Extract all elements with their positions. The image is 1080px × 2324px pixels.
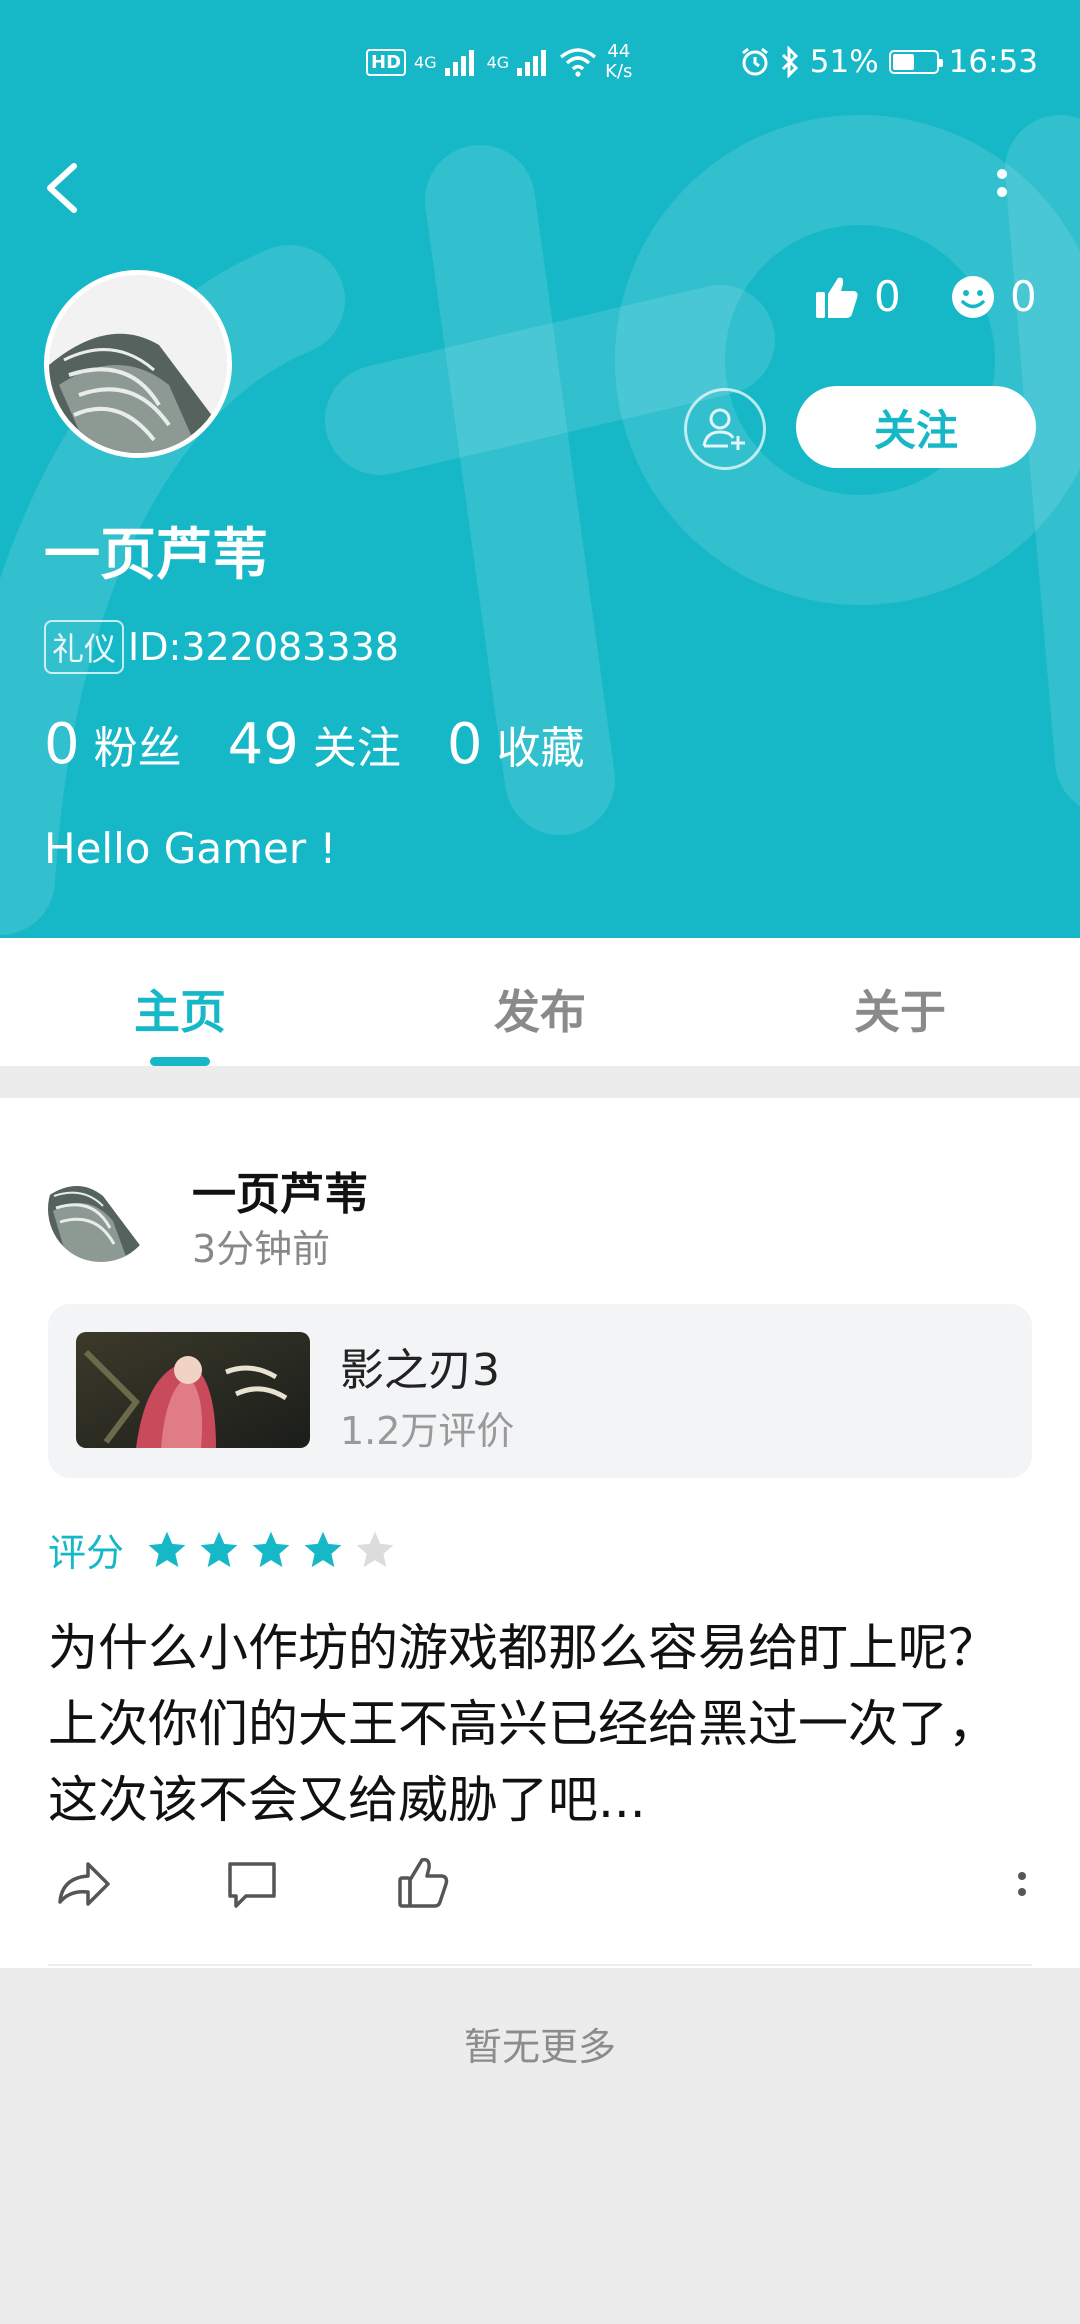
- post-avatar-image: [48, 1156, 154, 1262]
- star-filled-icon: [304, 1531, 342, 1567]
- profile-username: 一页芦苇: [44, 523, 268, 588]
- game-thumbnail: [76, 1332, 310, 1448]
- post-author-name[interactable]: 一页芦苇: [192, 1158, 368, 1222]
- post-card[interactable]: 一页芦苇 3分钟前 影之刃3 1.2万评价 评分 为什么小作坊的游戏都那么容易给…: [0, 1098, 1080, 1968]
- background-watermark: [0, 115, 1080, 935]
- thumbs-up-icon: [816, 277, 858, 318]
- network-type-2: 4G: [486, 52, 510, 72]
- star-empty-icon: [356, 1531, 394, 1567]
- tab-about-label: 关于: [854, 985, 946, 1039]
- game-cover-image: [76, 1332, 310, 1448]
- game-review-count: 1.2万评价: [340, 1409, 515, 1453]
- profile-bio: Hello Gamer !: [44, 824, 337, 873]
- tab-home-label: 主页: [134, 985, 226, 1039]
- likes-count: 0: [874, 272, 901, 321]
- alarm-icon: [741, 47, 768, 76]
- favorites-label[interactable]: 收藏: [497, 712, 585, 776]
- star-filled-icon: [200, 1531, 238, 1567]
- avatar[interactable]: [44, 270, 232, 458]
- tab-active-indicator: [150, 1057, 210, 1066]
- rating-stars: [146, 1529, 406, 1571]
- hd-badge: HD: [366, 48, 407, 76]
- comment-icon[interactable]: [222, 1854, 282, 1914]
- network-speed: 44 K/s: [605, 42, 632, 82]
- profile-tabs: 主页 发布 关于: [0, 938, 1080, 1066]
- tab-home[interactable]: 主页: [0, 938, 360, 1066]
- following-label[interactable]: 关注: [313, 712, 401, 776]
- share-icon[interactable]: [52, 1854, 112, 1914]
- post-actions: [0, 1854, 1080, 1934]
- profile-header: HD 4G 4G 44 K/s 51% 16:53 0 0 关注 一页芦苇 礼仪…: [0, 0, 1080, 938]
- user-plus-icon: [702, 408, 745, 450]
- signal-icon: [444, 50, 474, 76]
- status-bar: HD 4G 4G 44 K/s 51% 16:53: [0, 0, 1080, 130]
- smiles-count: 0: [1010, 272, 1037, 321]
- following-count[interactable]: 49: [228, 712, 299, 777]
- signal-icon: [517, 50, 547, 76]
- likes-stat: 0: [814, 272, 901, 321]
- user-tag-badge: 礼仪: [44, 620, 125, 674]
- network-type-1: 4G: [414, 52, 437, 72]
- post-rating: 评分: [48, 1522, 406, 1577]
- user-id-row: 礼仪 ID:322083338: [44, 620, 399, 674]
- profile-counts: 0 粉丝 49 关注 0 收藏: [44, 712, 631, 777]
- no-more-text: 暂无更多: [463, 2025, 616, 2069]
- card-divider: [48, 1964, 1032, 1966]
- rating-label: 评分: [48, 1531, 125, 1575]
- smiley-icon: [952, 275, 994, 318]
- network-speed-value: 44: [607, 41, 631, 62]
- post-author-avatar[interactable]: [48, 1156, 154, 1262]
- clock: 16:53: [948, 44, 1038, 80]
- add-friend-icon[interactable]: [684, 388, 766, 470]
- wifi-icon: [560, 48, 597, 77]
- tab-about[interactable]: 关于: [720, 938, 1080, 1066]
- battery-percent: 51%: [809, 44, 879, 80]
- avatar-image: [49, 275, 227, 453]
- game-link-card[interactable]: 影之刃3 1.2万评价: [48, 1304, 1032, 1478]
- star-filled-icon: [252, 1531, 290, 1567]
- post-text[interactable]: 为什么小作坊的游戏都那么容易给盯上呢？上次你们的大王不高兴已经给黑过一次了，这次…: [48, 1610, 1038, 1838]
- star-filled-icon: [148, 1531, 186, 1567]
- bluetooth-icon: [781, 46, 798, 78]
- fans-count[interactable]: 0: [44, 712, 80, 777]
- tab-posts-label: 发布: [494, 985, 586, 1039]
- user-id: ID:322083338: [128, 625, 399, 669]
- network-speed-unit: K/s: [605, 61, 633, 82]
- favorites-count[interactable]: 0: [447, 712, 483, 777]
- game-name: 影之刃3: [340, 1345, 500, 1396]
- smiles-stat: 0: [950, 272, 1037, 321]
- like-icon[interactable]: [394, 1854, 454, 1914]
- tab-posts[interactable]: 发布: [360, 938, 720, 1066]
- post-more-icon[interactable]: [1002, 1854, 1042, 1914]
- back-arrow-icon[interactable]: [38, 158, 88, 218]
- post-time: 3分钟前: [192, 1227, 331, 1271]
- battery-fill: [892, 54, 915, 70]
- follow-button[interactable]: 关注: [796, 386, 1036, 468]
- more-vertical-icon[interactable]: [980, 158, 1024, 218]
- fans-label[interactable]: 粉丝: [94, 712, 182, 776]
- battery-icon: [888, 50, 943, 74]
